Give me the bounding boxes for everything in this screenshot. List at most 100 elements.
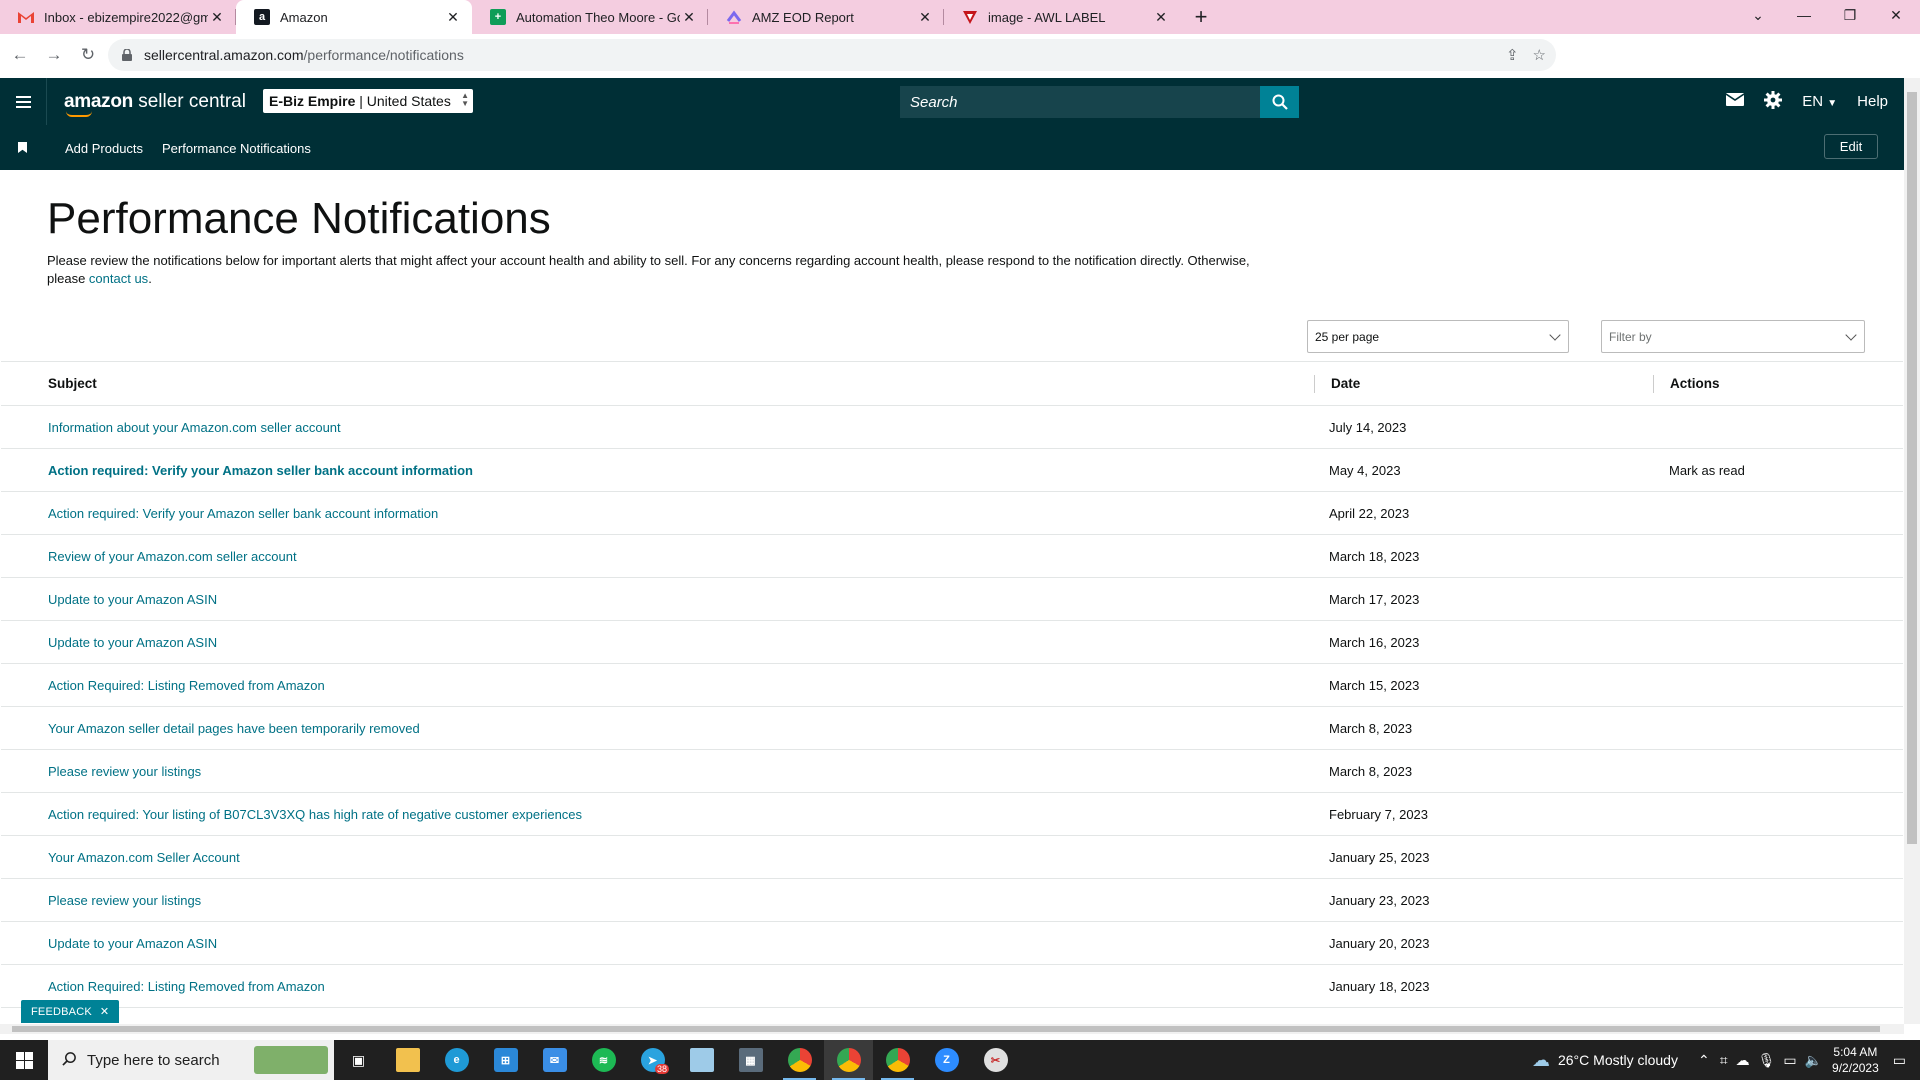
edge-icon[interactable]: e [432,1040,481,1080]
spotify-icon[interactable]: ≋ [579,1040,628,1080]
weather-text[interactable]: 26°C Mostly cloudy [1558,1052,1678,1068]
minimize-icon[interactable]: — [1781,0,1827,30]
url-host: sellercentral.amazon.com [144,47,304,63]
windows-start-icon[interactable] [0,1040,48,1080]
forward-icon[interactable]: → [40,41,68,69]
task-view-icon[interactable]: ▣ [334,1040,383,1080]
close-tab-icon[interactable]: ✕ [208,9,226,26]
notification-date: March 18, 2023 [1329,549,1420,564]
new-tab-icon[interactable]: + [1184,2,1218,32]
tab-title: Inbox - ebizempire2022@gmail.c [44,9,208,25]
tab-sheets[interactable]: + Automation Theo Moore - Goog ✕ [472,0,708,34]
vertical-scrollbar[interactable] [1904,78,1920,1024]
wifi-icon[interactable]: ▭ [1783,1052,1796,1069]
taskbar-search-input[interactable]: Type here to search [48,1040,334,1080]
search-box[interactable]: Search [900,86,1299,118]
url-field[interactable]: sellercentral.amazon.com/performance/not… [108,39,1556,71]
notification-subject-link[interactable]: Action Required: Listing Removed from Am… [48,979,325,994]
bookmark-bar: Add Products Performance Notifications E… [0,125,1904,170]
language-selector[interactable]: EN ▼ [1802,93,1837,110]
tab-search-icon[interactable]: ⌄ [1735,0,1781,30]
store-icon[interactable]: ⊞ [481,1040,530,1080]
table-row: Information about your Amazon.com seller… [1,406,1903,449]
scrollbar-thumb[interactable] [12,1026,1880,1032]
telegram-icon[interactable]: ➤ 38 [628,1040,677,1080]
notification-subject-link[interactable]: Update to your Amazon ASIN [48,936,217,951]
notification-subject-link[interactable]: Please review your listings [48,893,201,908]
tab-eod-report[interactable]: AMZ EOD Report ✕ [708,0,944,34]
tab-amazon[interactable]: a Amazon ✕ [236,0,472,34]
notification-date: July 14, 2023 [1329,420,1407,435]
scrollbar-thumb[interactable] [1907,92,1917,844]
close-window-icon[interactable]: ✕ [1873,0,1919,30]
mail-icon[interactable] [1725,93,1745,110]
filter-select[interactable]: Filter by [1601,320,1865,353]
back-icon[interactable]: ← [6,41,34,69]
system-clock[interactable]: 5:04 AM 9/2/2023 [1832,1044,1879,1076]
zoom-icon[interactable]: Z [922,1040,971,1080]
marketplace-switcher[interactable]: E-Biz Empire | United States ▲ ▼ [263,89,473,113]
bookmark-star-icon[interactable]: ☆ [1533,46,1546,64]
weather-icon[interactable]: ☁ [1532,1050,1550,1071]
notification-subject-link[interactable]: Your Amazon seller detail pages have bee… [48,721,420,736]
close-tab-icon[interactable]: ✕ [916,9,934,26]
notification-subject-link[interactable]: Action required: Verify your Amazon sell… [48,463,473,478]
horizontal-scrollbar[interactable] [0,1024,1904,1034]
notepad-icon[interactable] [677,1040,726,1080]
performance-notifications-link[interactable]: Performance Notifications [162,141,311,156]
bookmark-icon[interactable] [18,142,27,153]
tab-awl-label[interactable]: image - AWL LABEL ✕ [944,0,1180,34]
chrome-icon[interactable] [824,1040,873,1080]
edit-button[interactable]: Edit [1824,134,1878,159]
notification-subject-link[interactable]: Update to your Amazon ASIN [48,635,217,650]
chevron-up-icon[interactable]: ⌃ [1698,1052,1710,1069]
file-explorer-icon[interactable] [383,1040,432,1080]
microphone-icon[interactable]: 🎙 [1758,1052,1776,1069]
reload-icon[interactable]: ↻ [74,41,102,69]
notification-subject-link[interactable]: Action required: Your listing of B07CL3V… [48,807,582,822]
search-button[interactable] [1260,86,1299,118]
table-row: Review of your Amazon.com seller account… [1,535,1903,578]
restore-icon[interactable]: ❐ [1827,0,1873,30]
notification-subject-link[interactable]: Information about your Amazon.com seller… [48,420,341,435]
calculator-icon[interactable]: ▦ [726,1040,775,1080]
close-tab-icon[interactable]: ✕ [1152,9,1170,26]
help-link[interactable]: Help [1857,93,1888,110]
column-header-date[interactable]: Date [1331,376,1360,391]
volume-icon[interactable]: 🔈 [1805,1052,1822,1069]
share-icon[interactable]: ⇪ [1506,46,1519,64]
seller-central-logo[interactable]: amazon seller central [64,91,246,117]
onedrive-icon[interactable]: ☁ [1736,1052,1750,1069]
notifications-icon[interactable]: ▭ [1893,1052,1906,1069]
system-tray: ☁ 26°C Mostly cloudy ⌃ ⌗ ☁ 🎙 ▭ 🔈 5:04 AM… [1532,1040,1920,1080]
contact-us-link[interactable]: contact us [89,271,148,286]
tab-gmail[interactable]: Inbox - ebizempire2022@gmail.c ✕ [0,0,236,34]
settings-gear-icon[interactable] [1764,90,1783,113]
snipping-tool-icon[interactable]: ✂ [971,1040,1020,1080]
seller-central-header: amazon seller central E-Biz Empire | Uni… [0,78,1904,125]
notification-subject-link[interactable]: Action Required: Listing Removed from Am… [48,678,325,693]
mail-app-icon[interactable]: ✉ [530,1040,579,1080]
close-tab-icon[interactable]: ✕ [680,9,698,26]
notification-subject-link[interactable]: Action required: Verify your Amazon sell… [48,506,438,521]
page-title: Performance Notifications [47,194,551,243]
add-products-link[interactable]: Add Products [65,141,143,156]
per-page-select[interactable]: 25 per page [1307,320,1569,353]
mark-as-read-link[interactable]: Mark as read [1669,463,1745,478]
table-row: Update to your Amazon ASIN January 20, 20… [1,922,1903,965]
network-icon[interactable]: ⌗ [1720,1052,1728,1069]
notification-subject-link[interactable]: Your Amazon.com Seller Account [48,850,240,865]
column-header-subject[interactable]: Subject [48,376,97,391]
notification-subject-link[interactable]: Update to your Amazon ASIN [48,592,217,607]
notification-subject-link[interactable]: Please review your listings [48,764,201,779]
chrome-icon[interactable] [775,1040,824,1080]
gmail-icon [18,9,34,25]
notification-subject-link[interactable]: Review of your Amazon.com seller account [48,549,297,564]
close-tab-icon[interactable]: ✕ [444,9,462,26]
hamburger-menu-icon[interactable] [0,95,46,108]
chrome-icon[interactable] [873,1040,922,1080]
search-input[interactable]: Search [900,86,1200,118]
close-icon[interactable]: ✕ [100,1005,109,1018]
feedback-button[interactable]: FEEDBACK ✕ [21,1000,120,1023]
main-content: Performance Notifications Please review … [0,170,1904,1024]
